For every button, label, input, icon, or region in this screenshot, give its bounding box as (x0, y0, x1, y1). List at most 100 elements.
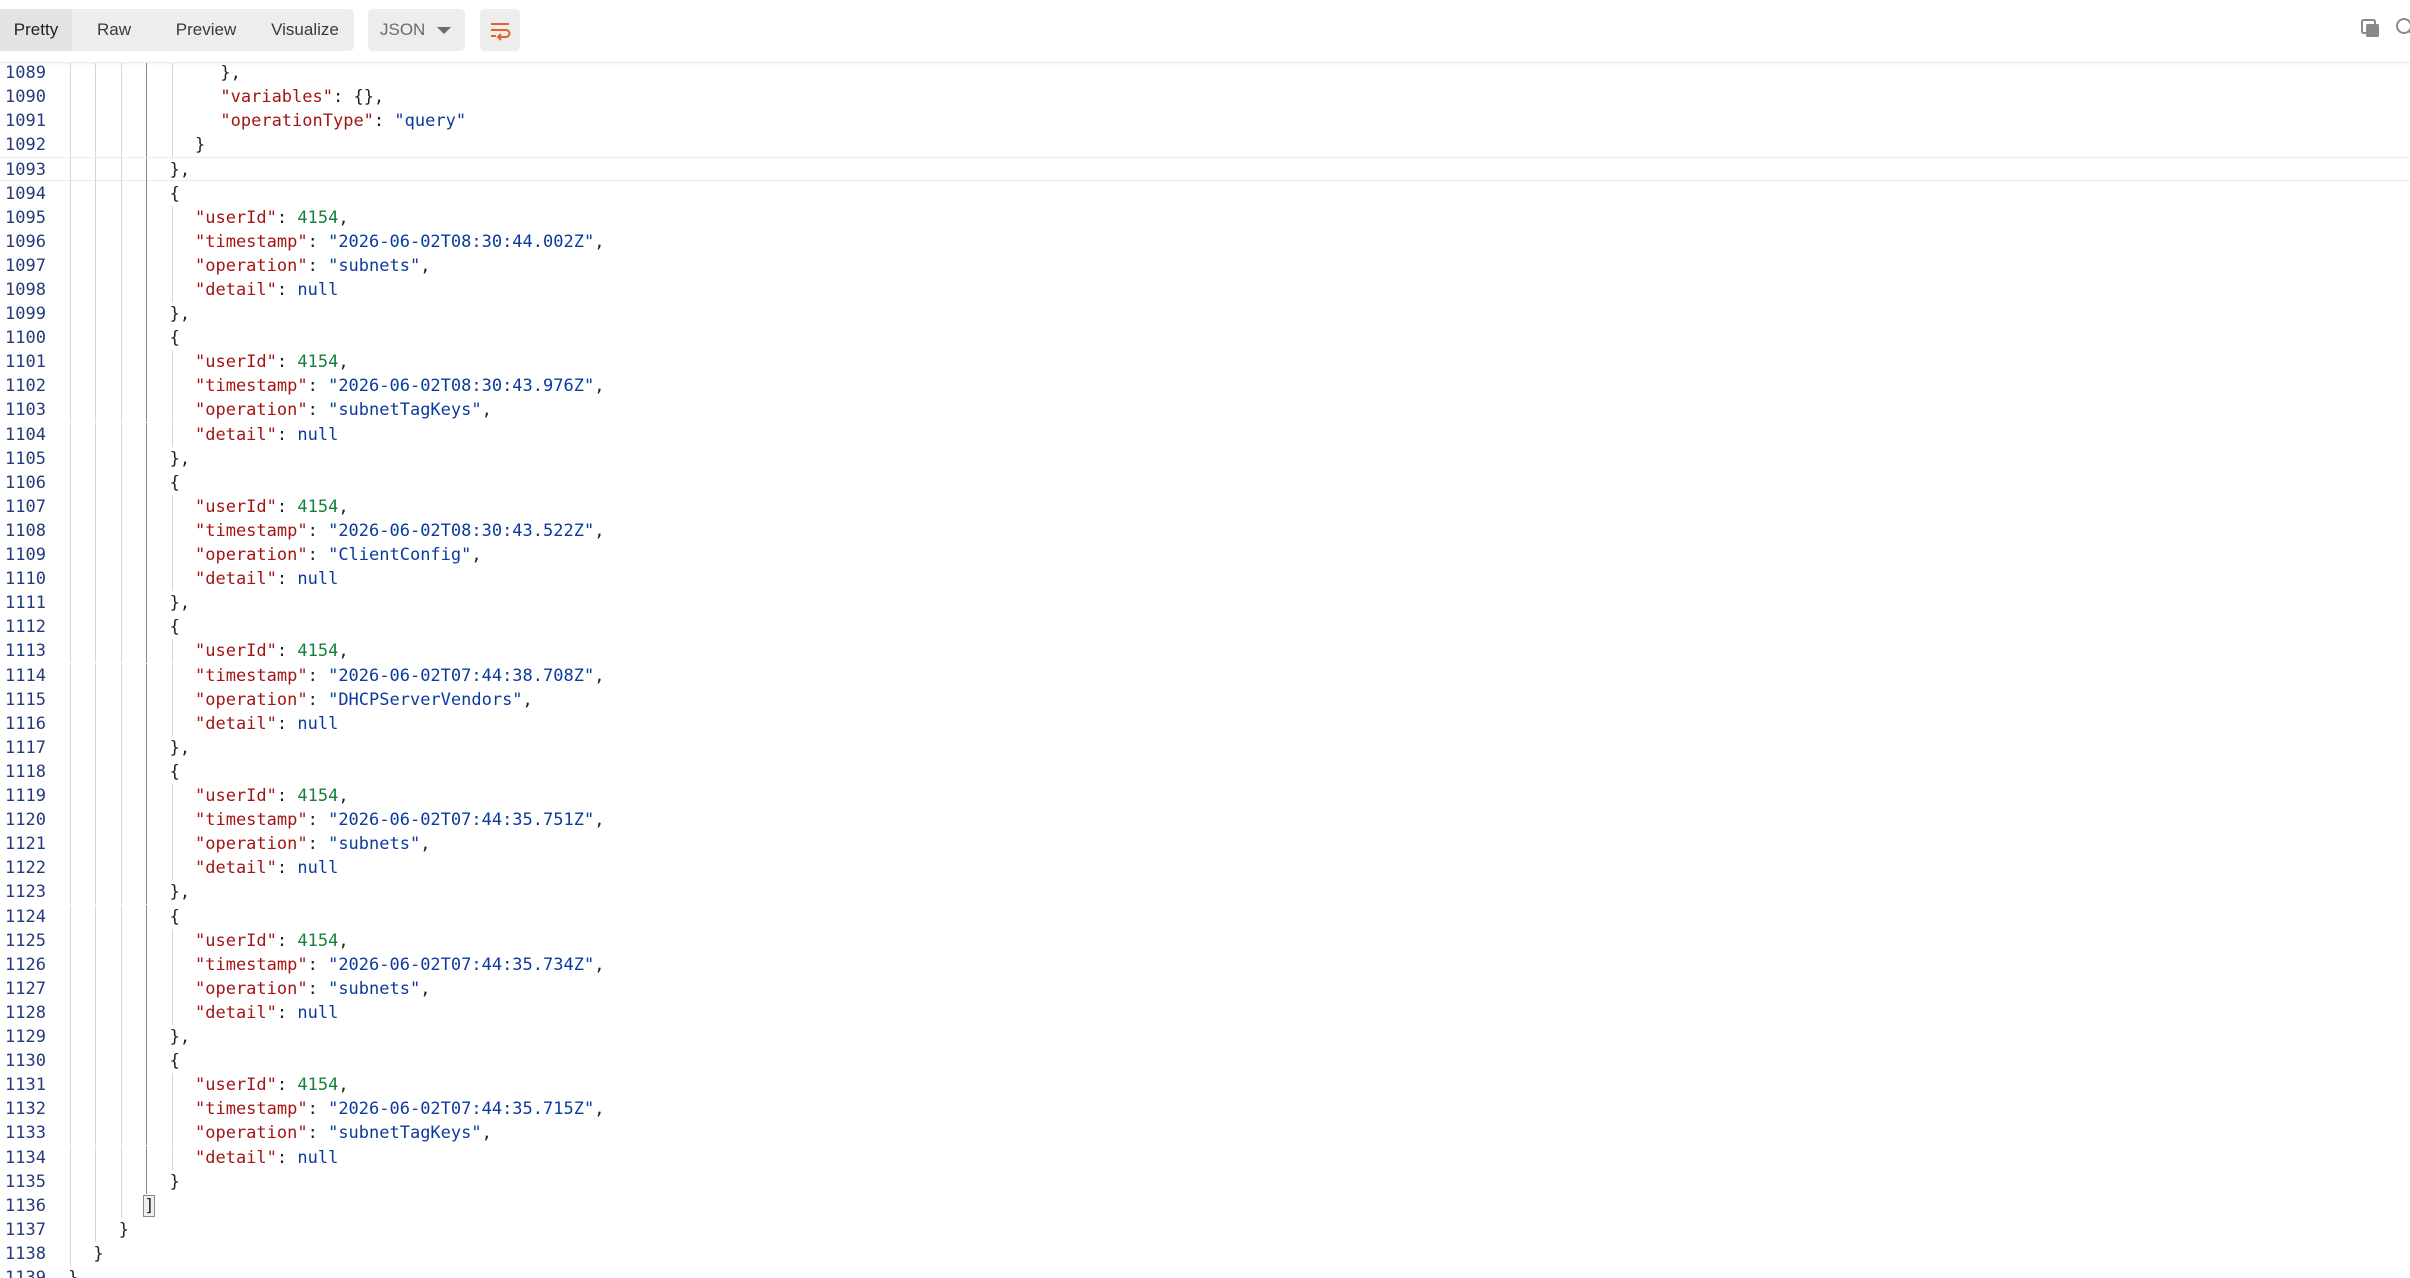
indent-guide (172, 85, 173, 110)
json-punctuation: : (276, 352, 298, 373)
indent-guide (121, 446, 122, 471)
line-number: 1124 (5, 906, 46, 927)
indent-guide (70, 85, 71, 110)
indent-guide (70, 1217, 71, 1242)
indent-guide (146, 928, 147, 953)
code-line: 1112 { (0, 615, 2410, 640)
indent-guide (70, 759, 71, 784)
format-dropdown[interactable]: JSON (368, 9, 465, 51)
line-number: 1125 (5, 930, 46, 951)
json-key: "detail" (195, 424, 277, 445)
code-line: 1100 { (0, 326, 2410, 351)
indent-guide (146, 687, 147, 712)
tab-visualize[interactable]: Visualize (256, 9, 354, 51)
indent-guide (146, 470, 147, 495)
json-punctuation: , (594, 1099, 605, 1120)
indent-guide (70, 1145, 71, 1170)
indent-guide (95, 374, 96, 399)
json-punctuation: : (307, 689, 329, 710)
indent-guide (70, 470, 71, 495)
code-content: ] (143, 1194, 156, 1218)
code-content: "timestamp": "2026-06-02T07:44:35.734Z", (195, 953, 604, 977)
indent-guide (95, 63, 96, 86)
code-content: }, (170, 591, 190, 615)
json-key: "operation" (195, 1123, 308, 1144)
code-line: 1111}, (0, 591, 2410, 616)
json-punctuation: }, (169, 448, 191, 469)
code-content: "userId": 4154, (195, 1073, 349, 1097)
line-number: 1100 (5, 328, 46, 349)
indent-guide (172, 398, 173, 423)
json-key: "userId" (195, 786, 277, 806)
line-number: 1134 (5, 1147, 46, 1168)
tab-pretty[interactable]: Pretty (0, 9, 72, 51)
indent-guide (146, 832, 147, 857)
line-number: 1129 (5, 1027, 46, 1047)
code-content: "userId": 4154, (195, 495, 349, 519)
json-number: 4154 (297, 352, 339, 373)
code-content: }, (170, 1025, 190, 1049)
code-line: 1124 { (0, 904, 2410, 929)
indent-guide (121, 277, 122, 302)
json-punctuation: { (169, 472, 180, 493)
indent-guide (146, 808, 147, 833)
json-key: "detail" (195, 713, 277, 734)
json-punctuation: }, (169, 160, 191, 181)
indent-guide (146, 615, 147, 640)
tab-preview[interactable]: Preview (156, 9, 256, 51)
indent-guide (70, 1241, 71, 1266)
json-punctuation: : (307, 665, 329, 686)
indent-guide (121, 808, 122, 833)
indent-guide (121, 205, 122, 230)
line-number: 1119 (5, 786, 46, 806)
line-number: 1130 (5, 1051, 46, 1072)
indent-guide (146, 1073, 147, 1098)
line-number: 1115 (5, 689, 46, 710)
json-string: "2026-06-02T07:44:38.708Z" (328, 665, 595, 686)
indent-guide (172, 374, 173, 399)
indent-guide (121, 759, 122, 784)
indent-guide (70, 350, 71, 375)
code-content: "timestamp": "2026-06-02T08:30:44.002Z", (195, 230, 604, 254)
indent-guide (70, 109, 71, 134)
indent-guide (121, 253, 122, 278)
json-key: "detail" (195, 569, 277, 590)
indent-guide (146, 543, 147, 568)
search-button[interactable] (2394, 16, 2410, 40)
indent-guide (70, 1193, 71, 1218)
json-key: "timestamp" (195, 1099, 308, 1120)
indent-guide (70, 277, 71, 302)
code-line: 1115 "operation": "DHCPServerVendors", (0, 687, 2410, 712)
indent-guide (121, 543, 122, 568)
json-punctuation: { (169, 1051, 180, 1072)
indent-guide (70, 615, 71, 640)
code-content: } (195, 133, 205, 157)
indent-guide (95, 928, 96, 953)
indent-guide (172, 1000, 173, 1025)
json-punctuation: : (276, 930, 298, 951)
tab-raw[interactable]: Raw (72, 9, 156, 51)
json-punctuation: : (307, 545, 329, 565)
indent-guide (70, 856, 71, 881)
json-response-editor[interactable]: 1089}, 1090 "variables": {}, 1091 "operation… (0, 63, 2410, 1278)
copy-button[interactable] (2360, 18, 2382, 40)
indent-guide (146, 518, 147, 543)
wrap-lines-button[interactable] (480, 9, 520, 51)
indent-guide (121, 928, 122, 953)
json-punctuation: }, (169, 737, 191, 758)
indent-guide (70, 253, 71, 278)
code-line: 1096 "timestamp": "2026-06-02T08:30:44.00… (0, 229, 2410, 254)
indent-guide (172, 1145, 173, 1170)
json-punctuation: { (169, 328, 180, 349)
indent-guide (146, 1145, 147, 1170)
indent-guide (70, 1121, 71, 1146)
indent-guide (95, 470, 96, 495)
indent-guide (70, 133, 71, 158)
json-punctuation: }, (169, 1027, 191, 1047)
indent-guide (95, 735, 96, 760)
json-key: "userId" (195, 641, 277, 662)
indent-guide (95, 952, 96, 977)
indent-guide (95, 494, 96, 519)
json-punctuation: , (594, 376, 605, 397)
json-key: "operation" (195, 834, 308, 855)
